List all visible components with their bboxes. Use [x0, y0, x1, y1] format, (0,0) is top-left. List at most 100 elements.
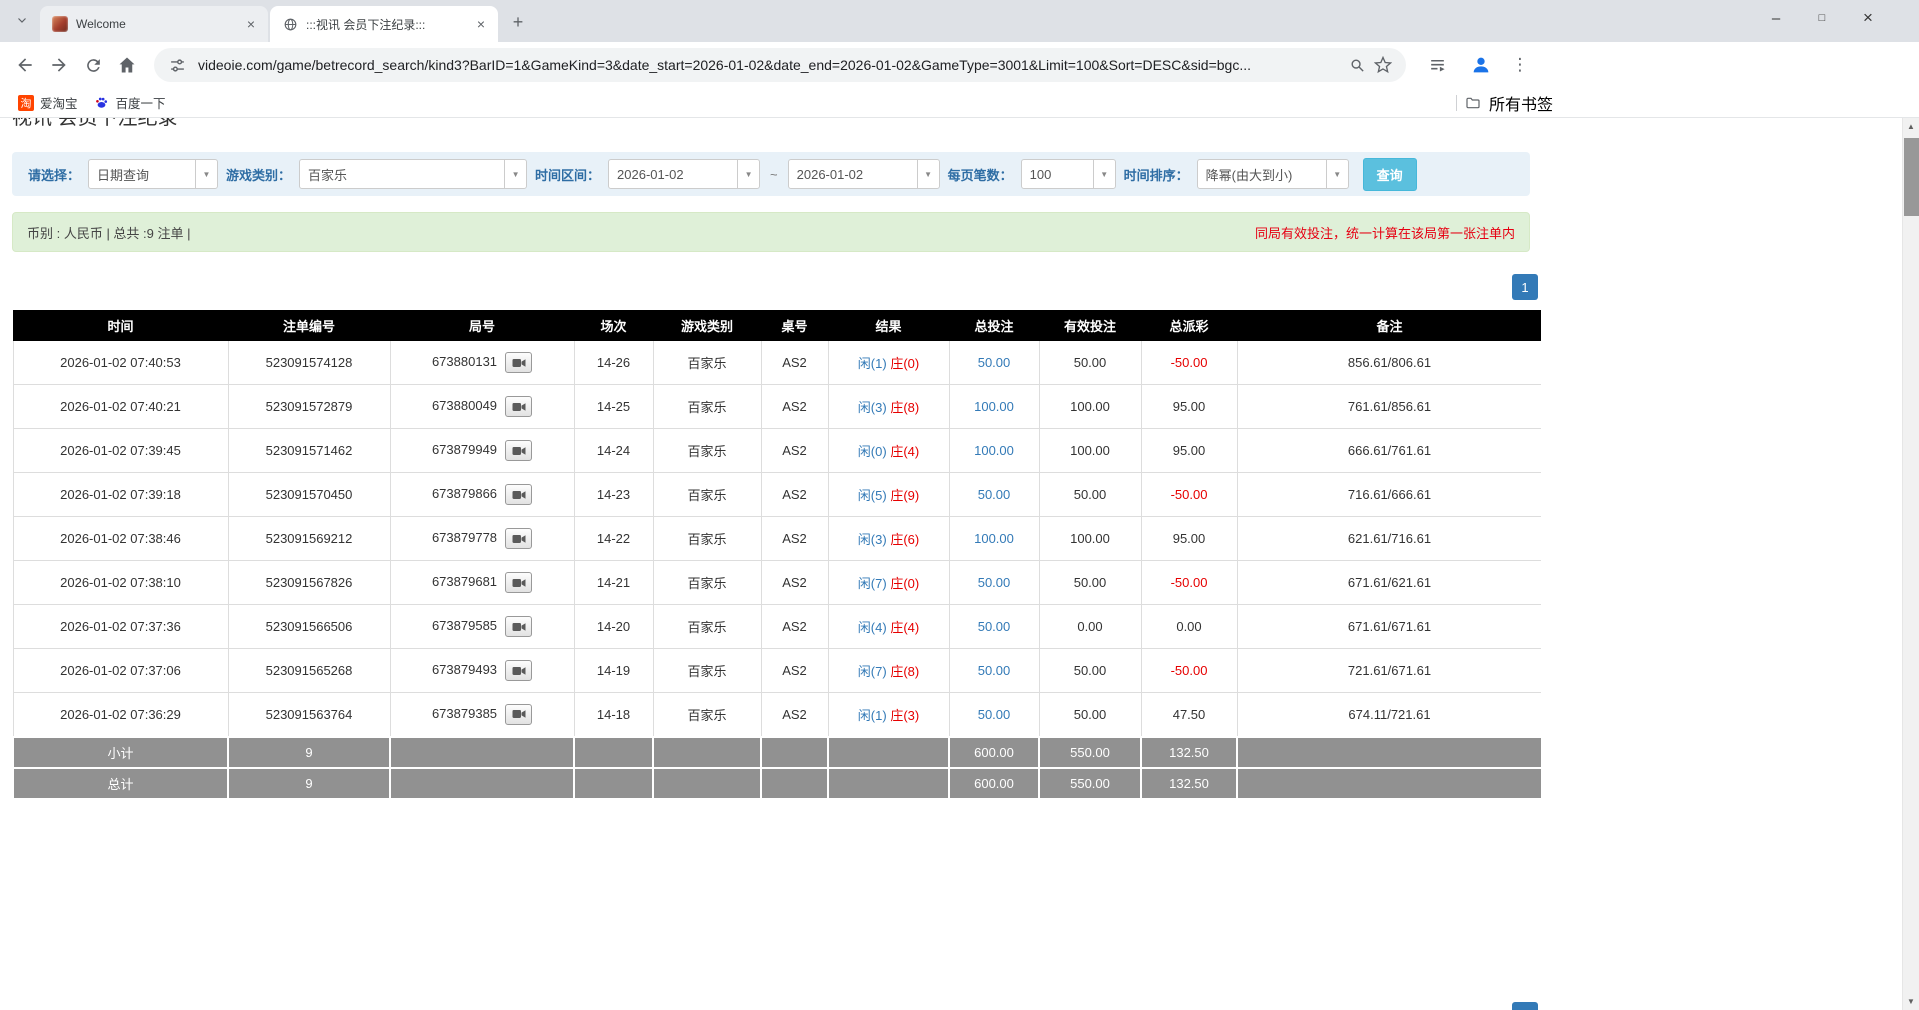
video-replay-button[interactable] — [505, 440, 532, 461]
maximize-button[interactable]: □ — [1799, 0, 1845, 36]
cell-payout: 95.00 — [1141, 517, 1237, 561]
game-kind-select[interactable]: 百家乐 ▼ — [299, 159, 527, 189]
cell-time: 2026-01-02 07:39:18 — [13, 473, 228, 517]
total-bet-link[interactable]: 50.00 — [978, 575, 1011, 590]
video-replay-button[interactable] — [505, 616, 532, 637]
cell-payout: 47.50 — [1141, 693, 1237, 737]
media-controls-icon[interactable] — [1420, 48, 1454, 82]
cell-order-no: 523091566506 — [228, 605, 390, 649]
tab-search-button[interactable] — [8, 8, 36, 36]
date-start-select[interactable]: 2026-01-02 ▼ — [608, 159, 760, 189]
round-no-text: 673879585 — [432, 618, 497, 633]
reload-button[interactable] — [76, 48, 110, 82]
cell-total-bet: 50.00 — [949, 649, 1039, 693]
zoom-icon[interactable] — [1344, 52, 1370, 78]
page-1-button-bottom[interactable]: 1 — [1512, 1002, 1538, 1010]
tab-bet-record[interactable]: :::视讯 会员下注纪录::: × — [270, 6, 498, 42]
date-end-select[interactable]: 2026-01-02 ▼ — [788, 159, 940, 189]
cell-table-no: AS2 — [761, 473, 828, 517]
total-bet-link[interactable]: 50.00 — [978, 663, 1011, 678]
page-title-clip: 视讯 会员下注纪录 — [12, 118, 1541, 133]
result-banker: 庄(8) — [890, 400, 919, 415]
total-bet-link[interactable]: 50.00 — [978, 707, 1011, 722]
tab-title: :::视讯 会员下注纪录::: — [306, 16, 464, 33]
cell-table-no: AS2 — [761, 693, 828, 737]
date-mode-label: 请选择： — [28, 165, 80, 184]
column-header: 场次 — [574, 311, 653, 341]
cell-result: 闲(3) 庄(6) — [828, 517, 949, 561]
page-size-select[interactable]: 100 ▼ — [1021, 159, 1116, 189]
video-replay-button[interactable] — [505, 352, 532, 373]
tab-close-icon[interactable]: × — [242, 15, 260, 33]
cell-table-no: AS2 — [761, 561, 828, 605]
round-no-text: 673880049 — [432, 398, 497, 413]
profile-avatar[interactable] — [1464, 48, 1498, 82]
bookmark-star-icon[interactable] — [1370, 52, 1396, 78]
total-bet-link[interactable]: 100.00 — [974, 531, 1014, 546]
bookmark-baidu[interactable]: 百度一下 — [86, 90, 174, 115]
minimize-button[interactable]: – — [1753, 0, 1799, 36]
subtotal-label: 小计 — [13, 737, 228, 768]
welcome-favicon — [52, 16, 68, 32]
close-button[interactable]: × — [1845, 0, 1891, 36]
url-text[interactable]: videoie.com/game/betrecord_search/kind3?… — [198, 57, 1344, 73]
total-bet-link[interactable]: 100.00 — [974, 443, 1014, 458]
all-bookmarks[interactable]: 所有书签 — [1456, 91, 1553, 115]
cell-order-no: 523091571462 — [228, 429, 390, 473]
chevron-down-icon: ▼ — [1093, 160, 1115, 188]
result-player: 闲(5) — [858, 488, 887, 503]
toolbar-right: ⋮ — [1420, 48, 1532, 82]
search-button[interactable]: 查询 — [1363, 158, 1417, 191]
all-bookmarks-label: 所有书签 — [1489, 91, 1553, 115]
scroll-down-icon[interactable]: ▼ — [1903, 993, 1919, 1010]
chevron-down-icon: ▼ — [1326, 160, 1348, 188]
chevron-down-icon: ▼ — [737, 160, 759, 188]
tab-welcome[interactable]: Welcome × — [40, 6, 268, 42]
video-replay-button[interactable] — [505, 484, 532, 505]
tab-close-icon[interactable]: × — [472, 15, 490, 33]
cell-result: 闲(1) 庄(0) — [828, 341, 949, 385]
cell-round-no: 673879493 — [390, 649, 574, 693]
cell-valid-bet: 100.00 — [1039, 517, 1141, 561]
total-bet-link[interactable]: 50.00 — [978, 355, 1011, 370]
date-mode-select[interactable]: 日期查询 ▼ — [88, 159, 218, 189]
new-tab-button[interactable]: + — [504, 8, 532, 36]
total-bet-link[interactable]: 50.00 — [978, 619, 1011, 634]
video-replay-button[interactable] — [505, 704, 532, 725]
site-settings-icon[interactable] — [164, 52, 190, 78]
column-header: 注单编号 — [228, 311, 390, 341]
folder-icon — [1465, 95, 1481, 111]
sort-select[interactable]: 降幂(由大到小) ▼ — [1197, 159, 1349, 189]
browser-menu-icon[interactable]: ⋮ — [1508, 55, 1532, 75]
total-bet-link[interactable]: 100.00 — [974, 399, 1014, 414]
vertical-scrollbar[interactable]: ▲ ▼ — [1902, 118, 1919, 1010]
cell-result: 闲(7) 庄(0) — [828, 561, 949, 605]
cell-time: 2026-01-02 07:38:46 — [13, 517, 228, 561]
round-no-text: 673879866 — [432, 486, 497, 501]
scroll-up-icon[interactable]: ▲ — [1903, 118, 1919, 135]
video-replay-button[interactable] — [505, 572, 532, 593]
table-row: 2026-01-02 07:39:18 523091570450 6738798… — [13, 473, 1541, 517]
column-header: 结果 — [828, 311, 949, 341]
cell-game-kind: 百家乐 — [653, 605, 761, 649]
video-replay-button[interactable] — [505, 528, 532, 549]
video-replay-button[interactable] — [505, 396, 532, 417]
address-bar[interactable]: videoie.com/game/betrecord_search/kind3?… — [154, 48, 1406, 82]
video-replay-button[interactable] — [505, 660, 532, 681]
bookmark-taobao[interactable]: 淘 爱淘宝 — [10, 90, 86, 115]
page-1-button[interactable]: 1 — [1512, 274, 1538, 300]
date-range-label: 时间区间： — [535, 165, 600, 184]
scrollbar-thumb[interactable] — [1904, 138, 1919, 216]
subtotal-row: 小计 9 600.00 550.00 132.50 — [13, 737, 1541, 768]
total-label: 总计 — [13, 768, 228, 799]
result-banker: 庄(0) — [890, 356, 919, 371]
cell-valid-bet: 0.00 — [1039, 605, 1141, 649]
back-button[interactable] — [8, 48, 42, 82]
cell-round-no: 673879681 — [390, 561, 574, 605]
home-button[interactable] — [110, 48, 144, 82]
divider — [1456, 95, 1457, 111]
forward-button[interactable] — [42, 48, 76, 82]
total-bet-link[interactable]: 50.00 — [978, 487, 1011, 502]
tab-strip: Welcome × :::视讯 会员下注纪录::: × + – □ × — [0, 0, 1919, 42]
cell-valid-bet: 50.00 — [1039, 341, 1141, 385]
